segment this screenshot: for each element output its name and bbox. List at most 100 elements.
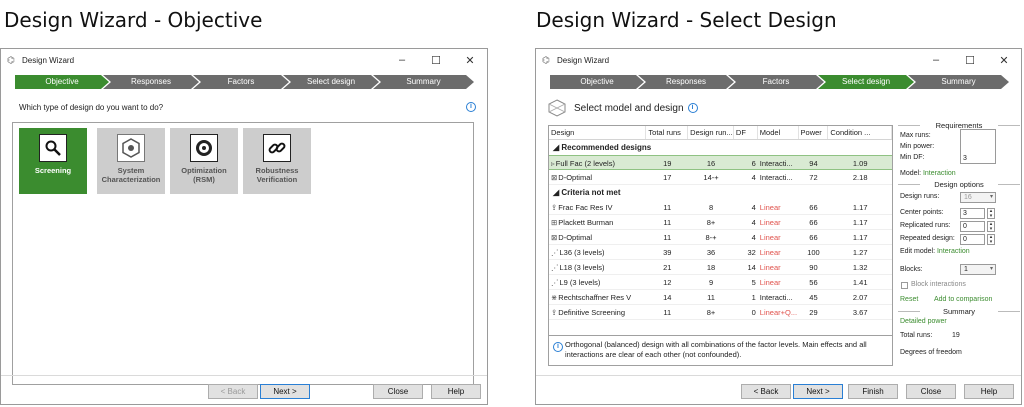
tile-robustness-verification[interactable]: Robustness Verification bbox=[243, 128, 311, 194]
design-name: Plackett Burman bbox=[558, 218, 614, 227]
table-row[interactable]: ⋰L36 (3 levels) 39 36 32 Linear 100 1.27 bbox=[549, 245, 892, 260]
total-runs-cell: 19 bbox=[663, 159, 672, 168]
table-row[interactable]: ⇪Definitive Screening 11 8+ 0 Linear+Q... 29 3… bbox=[549, 305, 892, 320]
wizard-steps: Objective Responses Factors Select desig… bbox=[15, 75, 468, 89]
model-cell: Linear bbox=[759, 218, 781, 227]
min-power-label: Min power: bbox=[900, 143, 935, 150]
group-label: Recommended designs bbox=[561, 143, 652, 152]
column-design[interactable]: Design bbox=[549, 126, 647, 139]
tile-label: Screening bbox=[34, 166, 72, 175]
step-objective: Objective bbox=[550, 75, 644, 89]
design-name: Frac Fac Res IV bbox=[558, 203, 613, 212]
requirements-input[interactable]: 3 bbox=[960, 129, 996, 164]
column-total-runs[interactable]: Total runs bbox=[646, 126, 689, 139]
footer-divider bbox=[536, 375, 1021, 376]
reset-link[interactable]: Reset bbox=[900, 296, 918, 303]
df-cell: 4 bbox=[751, 218, 756, 227]
table-row[interactable]: ⊠D-Optimal 11 8-+ 4 Linear 66 1.17 bbox=[549, 230, 892, 245]
detailed-power-link[interactable]: Detailed power bbox=[900, 318, 947, 325]
df-cell: 14 bbox=[747, 263, 756, 272]
column-model[interactable]: Model bbox=[758, 126, 799, 139]
repeated-design-input[interactable]: 0 bbox=[960, 234, 985, 245]
summary-header: Summary bbox=[898, 307, 1020, 316]
blocks-combo[interactable]: 1 ▾ bbox=[960, 264, 996, 275]
info-icon: i bbox=[553, 342, 563, 352]
table-row[interactable]: ▹Full Fac (2 levels) 19 16 6 Interacti... 94 1… bbox=[549, 155, 892, 170]
design-name: L18 (3 levels) bbox=[559, 263, 605, 272]
design-runs-cell: 11 bbox=[707, 293, 715, 302]
tile-optimization[interactable]: Optimization (RSM) bbox=[170, 128, 238, 194]
total-runs-cell: 11 bbox=[663, 218, 672, 227]
design-name: L9 (3 levels) bbox=[559, 278, 601, 287]
design-wizard-objective-window: ⌬ Design Wizard – ☐ ✕ Objective Response… bbox=[0, 48, 488, 405]
back-button[interactable]: < Back bbox=[208, 384, 258, 399]
df-cell: 6 bbox=[751, 159, 756, 168]
tile-screening[interactable]: Screening bbox=[19, 128, 87, 194]
repeated-design-spinner[interactable]: ▴ ▾ bbox=[987, 234, 995, 245]
column-df[interactable]: DF bbox=[734, 126, 758, 139]
design-name: L36 (3 levels) bbox=[559, 248, 605, 257]
step-summary: Summary bbox=[908, 75, 1009, 89]
tile-label: (RSM) bbox=[193, 175, 215, 184]
edit-model-link[interactable]: Interaction bbox=[937, 248, 970, 255]
design-runs-cell: 8+ bbox=[706, 218, 716, 227]
maximize-icon[interactable]: ☐ bbox=[419, 54, 453, 67]
total-runs-cell: 11 bbox=[663, 203, 672, 212]
maximize-icon[interactable]: ☐ bbox=[953, 54, 987, 67]
replicated-runs-spinner[interactable]: ▴ ▾ bbox=[987, 221, 995, 232]
step-factors: Factors bbox=[193, 75, 289, 89]
back-button[interactable]: < Back bbox=[741, 384, 791, 399]
design-name: Definitive Screening bbox=[558, 308, 625, 317]
model-cell: Linear bbox=[759, 233, 781, 242]
total-runs-cell: 14 bbox=[663, 293, 672, 302]
column-condition[interactable]: Condition ... bbox=[828, 126, 892, 139]
column-design-runs[interactable]: Design run... bbox=[688, 126, 734, 139]
power-cell: 45 bbox=[809, 293, 818, 302]
close-icon[interactable]: ✕ bbox=[987, 54, 1021, 67]
step-factors: Factors bbox=[728, 75, 824, 89]
power-cell: 90 bbox=[809, 263, 818, 272]
center-points-input[interactable]: 3 bbox=[960, 208, 985, 219]
table-row[interactable]: ⋇Rechtschaffner Res V 14 11 1 Interacti... 45… bbox=[549, 290, 892, 305]
group-recommended[interactable]: ◢ Recommended designs bbox=[549, 140, 892, 155]
close-button[interactable]: Close bbox=[906, 384, 956, 399]
chevron-down-icon: ▾ bbox=[989, 266, 993, 272]
tile-system-characterization[interactable]: System Characterization bbox=[97, 128, 165, 194]
table-row[interactable]: ⋰L18 (3 levels) 21 18 14 Linear 90 1.32 bbox=[549, 260, 892, 275]
block-interactions-checkbox[interactable] bbox=[901, 282, 908, 289]
table-row[interactable]: ⊠D-Optimal 17 14-+ 4 Interacti... 72 2.18 bbox=[549, 170, 892, 185]
info-icon[interactable]: i bbox=[466, 102, 476, 112]
help-button[interactable]: Help bbox=[964, 384, 1014, 399]
close-button[interactable]: Close bbox=[373, 384, 423, 399]
condition-cell: 1.17 bbox=[852, 218, 868, 227]
close-icon[interactable]: ✕ bbox=[453, 54, 487, 67]
design-cell: ▹Full Fac (2 levels) bbox=[549, 156, 646, 169]
app-icon: ⌬ bbox=[7, 55, 15, 65]
design-cell: ⇪Frac Fac Res IV bbox=[549, 200, 646, 214]
table-row[interactable]: ⊞Plackett Burman 11 8+ 4 Linear 66 1.17 bbox=[549, 215, 892, 230]
next-button[interactable]: Next > bbox=[260, 384, 310, 399]
finish-button[interactable]: Finish bbox=[848, 384, 898, 399]
next-button[interactable]: Next > bbox=[793, 384, 843, 399]
add-to-comparison-link[interactable]: Add to comparison bbox=[934, 296, 992, 303]
design-runs-cell: 8-+ bbox=[705, 233, 717, 242]
info-icon[interactable]: i bbox=[687, 103, 698, 113]
design-cell: ⋰L36 (3 levels) bbox=[549, 245, 646, 259]
minimize-icon[interactable]: – bbox=[385, 54, 419, 67]
design-description: i Orthogonal (balanced) design with all … bbox=[548, 336, 893, 366]
help-button[interactable]: Help bbox=[431, 384, 481, 399]
model-label: Model: Interaction bbox=[900, 170, 956, 177]
design-runs-combo[interactable]: 16 ▾ bbox=[960, 192, 996, 203]
center-points-spinner[interactable]: ▴ ▾ bbox=[987, 208, 995, 219]
design-cell: ⊠D-Optimal bbox=[549, 170, 646, 184]
df-cell: 4 bbox=[751, 203, 756, 212]
table-row[interactable]: ⋰L9 (3 levels) 12 9 5 Linear 56 1.41 bbox=[549, 275, 892, 290]
replicated-runs-input[interactable]: 0 bbox=[960, 221, 985, 232]
table-row[interactable]: ⇪Frac Fac Res IV 11 8 4 Linear 66 1.17 bbox=[549, 200, 892, 215]
group-criteria-not-met[interactable]: ◢ Criteria not met bbox=[549, 185, 892, 200]
design-runs-cell: 8+ bbox=[706, 308, 716, 317]
blocks-value: 1 bbox=[964, 266, 968, 273]
minimize-icon[interactable]: – bbox=[919, 54, 953, 67]
column-power[interactable]: Power bbox=[799, 126, 829, 139]
total-runs-cell: 17 bbox=[663, 173, 672, 182]
